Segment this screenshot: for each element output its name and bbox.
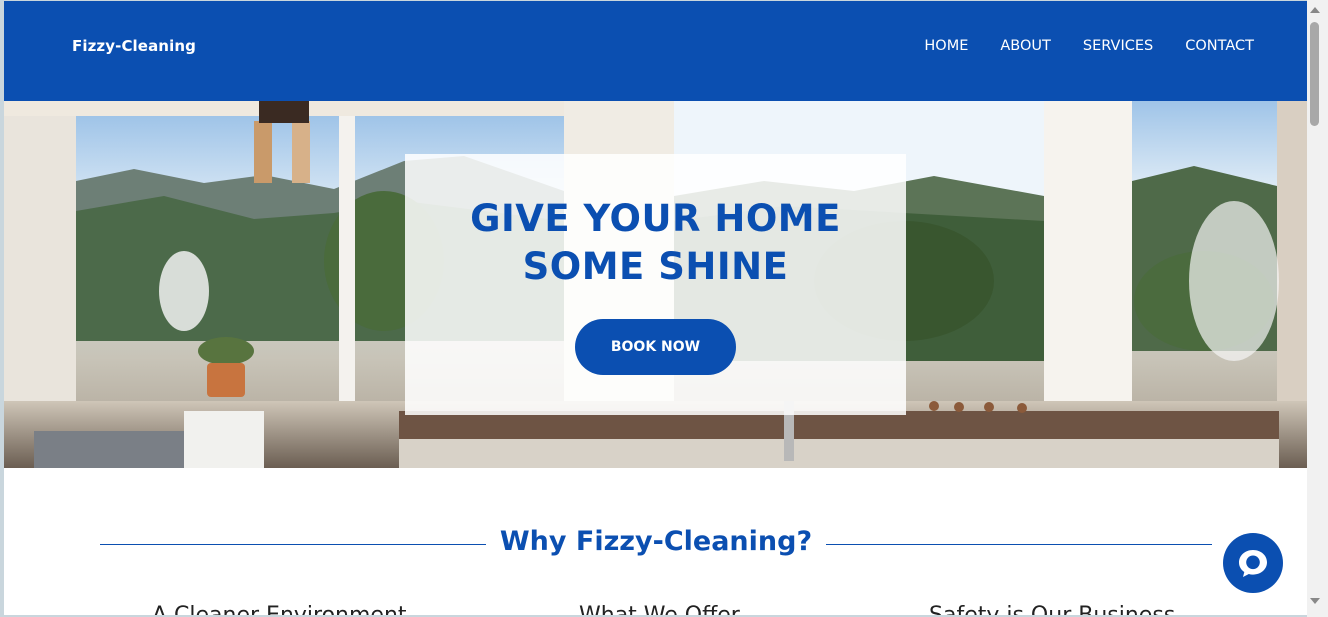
nav-about[interactable]: ABOUT xyxy=(1000,38,1051,54)
navbar: Fizzy-Cleaning HOME ABOUT SERVICES CONTA… xyxy=(4,1,1307,101)
scroll-thumb[interactable] xyxy=(1310,22,1319,126)
why-divider-right xyxy=(826,544,1212,545)
hero-title-line2: SOME SHINE xyxy=(522,245,789,288)
nav-home[interactable]: HOME xyxy=(924,38,968,54)
hero-banner: GIVE YOUR HOME SOME SHINE BOOK NOW xyxy=(4,101,1307,468)
nav-services[interactable]: SERVICES xyxy=(1083,38,1153,54)
page: Fizzy-Cleaning HOME ABOUT SERVICES CONTA… xyxy=(4,1,1307,615)
scroll-up-icon[interactable] xyxy=(1310,7,1320,13)
feature-heading-offer: What We Offer xyxy=(579,603,740,615)
book-now-button[interactable]: BOOK NOW xyxy=(575,319,736,375)
brand-logo[interactable]: Fizzy-Cleaning xyxy=(72,37,196,55)
nav-contact[interactable]: CONTACT xyxy=(1185,38,1254,54)
hero-card: GIVE YOUR HOME SOME SHINE BOOK NOW xyxy=(405,154,906,415)
why-section-title: Why Fizzy-Cleaning? xyxy=(499,526,813,557)
feature-heading-environment: A Cleaner Environment xyxy=(152,603,407,615)
page-scrollbar[interactable] xyxy=(1307,0,1328,617)
nav-links: HOME ABOUT SERVICES CONTACT xyxy=(924,38,1254,54)
chat-button[interactable] xyxy=(1223,533,1283,593)
hero-title: GIVE YOUR HOME SOME SHINE xyxy=(405,195,906,291)
hero-title-line1: GIVE YOUR HOME xyxy=(470,197,841,240)
feature-heading-safety: Safety is Our Business xyxy=(929,603,1175,615)
scroll-down-icon[interactable] xyxy=(1310,598,1320,604)
chat-bubble-icon xyxy=(1239,550,1267,577)
why-divider-left xyxy=(100,544,486,545)
